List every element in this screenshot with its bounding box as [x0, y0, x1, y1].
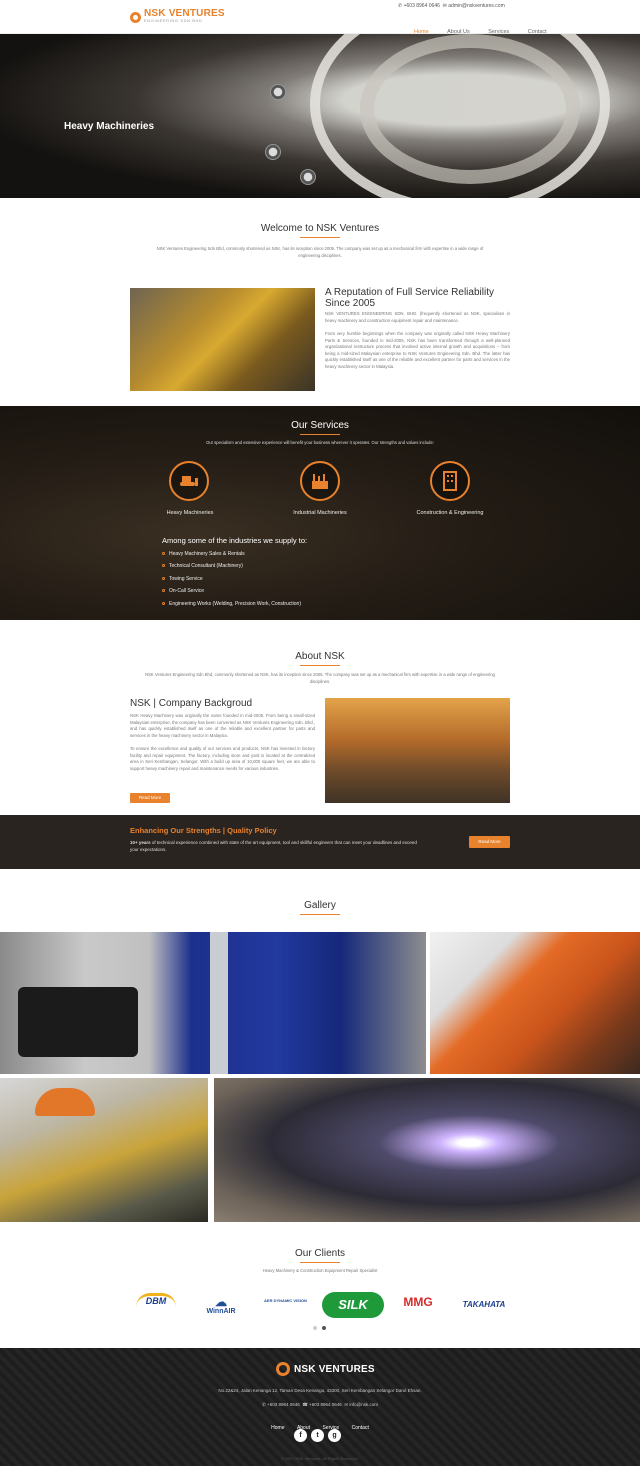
footer-logo-name: NSK VENTURES: [294, 1363, 375, 1375]
clients-subtitle: Heavy Machinery & Construction Equipment…: [262, 1268, 378, 1273]
quality-text: 10+ years of technical experience combin…: [130, 840, 417, 852]
bolt-icon: [270, 84, 286, 100]
reputation-intro: NSK VENTURES ENGINEERING SDN. BHD. (freq…: [325, 311, 510, 323]
list-item: Engineering Works (Welding, Precision Wo…: [162, 601, 301, 607]
quality-title: Enhancing Our Strengths | Quality Policy: [130, 826, 277, 835]
phone-icon: ✆: [398, 3, 403, 9]
reputation-history: From very humble beginnings when the com…: [325, 331, 510, 369]
bullet-icon: [162, 602, 165, 606]
gallery-title: Gallery: [304, 900, 336, 911]
bulldozer-icon: [169, 461, 209, 501]
bullet-icon: [162, 552, 165, 556]
service-heavy[interactable]: [169, 461, 209, 501]
site-header: NSK VENTURES ENGINEERING SDN BHD ✆ +603 …: [0, 0, 640, 41]
hard-hat-shape: [35, 1088, 95, 1116]
client-logo-aer[interactable]: AER DYNAMIC VISION: [258, 1298, 313, 1303]
clients-title: Our Clients: [294, 1248, 345, 1259]
fax-icon: ☎: [302, 1402, 308, 1407]
engine-repair-photo: [130, 288, 315, 391]
bullet-icon: [162, 564, 165, 568]
gallery-image-boiler[interactable]: [0, 932, 426, 1074]
service-heavy-label: Heavy Machineries: [166, 510, 214, 516]
building-icon: [430, 461, 470, 501]
site-logo[interactable]: NSK VENTURES ENGINEERING SDN BHD: [130, 8, 225, 24]
title-underline: [300, 665, 340, 666]
client-logo-silk[interactable]: SILK: [322, 1292, 384, 1318]
footer-contacts: ✆ +603 8964 0646 ☎ +603 8964 0646 ✉ info…: [262, 1402, 378, 1407]
logo-ring-icon: [130, 11, 141, 23]
carousel-dot-2[interactable]: [322, 1326, 326, 1330]
list-item: Heavy Machinery Sales & Rentals: [162, 551, 245, 557]
site-footer: NSK VENTURES No.22&24, Jalan Kenanga 12,…: [0, 1348, 640, 1466]
list-item: Towing Service: [162, 576, 203, 582]
welcome-title: Welcome to NSK Ventures: [260, 223, 380, 234]
logo-name: NSK VENTURES: [144, 8, 225, 19]
footer-logo[interactable]: NSK VENTURES: [276, 1362, 375, 1376]
mail-icon: ✉: [442, 3, 447, 9]
header-email[interactable]: admin@nskventures.com: [448, 3, 505, 9]
service-construction[interactable]: [430, 461, 470, 501]
company-background-title: NSK | Company Backgroud: [130, 698, 253, 709]
quality-read-more-button[interactable]: Read More: [469, 836, 510, 848]
facebook-icon[interactable]: f: [294, 1429, 307, 1442]
title-underline: [300, 434, 340, 435]
about-intro: NSK Ventures Engineering Sdn Bhd, common…: [145, 672, 495, 684]
client-logo-winnair[interactable]: ☁ WinnAIR: [203, 1296, 239, 1315]
gallery-image-excavator[interactable]: [430, 932, 640, 1074]
footer-nav-home[interactable]: Home: [271, 1425, 284, 1431]
header-phone[interactable]: +603 8964 0646: [404, 3, 440, 9]
reputation-title: A Reputation of Full Service Reliability…: [325, 287, 494, 309]
service-construction-label: Construction & Engineering: [416, 510, 484, 516]
factory-icon: [300, 461, 340, 501]
services-intro: Our specialism and extensive experience …: [206, 440, 434, 445]
about-title: About NSK: [295, 651, 345, 662]
google-plus-icon[interactable]: g: [328, 1429, 341, 1442]
hero-banner: Heavy Machineries: [0, 34, 640, 198]
title-underline: [300, 914, 340, 915]
gallery-image-mechanic[interactable]: [0, 1078, 208, 1222]
bullet-icon: [162, 589, 165, 593]
bolt-icon: [265, 144, 281, 160]
bolt-icon: [300, 169, 316, 185]
bullet-icon: [162, 577, 165, 581]
carousel-dot-1[interactable]: [313, 1326, 317, 1330]
industries-title: Among some of the industries we supply t…: [162, 536, 308, 545]
service-industrial-label: Industrial Machineries: [293, 510, 347, 516]
footer-nav-contact[interactable]: Contact: [352, 1425, 369, 1431]
list-item: Technical Consultant (Machinery): [162, 563, 243, 569]
title-underline: [300, 1262, 340, 1263]
client-logo-dbm[interactable]: DBM: [136, 1293, 176, 1319]
phone-icon: ✆: [262, 1402, 266, 1407]
mail-icon: ✉: [344, 1402, 349, 1407]
about-read-more-button[interactable]: Read More: [130, 793, 170, 803]
logo-ring-icon: [276, 1362, 290, 1376]
client-logo-mmg[interactable]: MMG: [392, 1295, 444, 1309]
company-background-p2: To ensure the excellence and quality of …: [130, 746, 315, 771]
cloud-icon: ☁: [215, 1295, 227, 1309]
twitter-icon[interactable]: t: [311, 1429, 324, 1442]
engineer-photo: [325, 698, 510, 803]
list-item: On-Call Service: [162, 588, 204, 594]
services-section: Our Services Our specialism and extensiv…: [0, 406, 640, 620]
company-background-p1: NSK Heavy Machinery was originally the n…: [130, 713, 315, 738]
forklift-shape: [18, 987, 138, 1057]
title-underline: [300, 237, 340, 238]
client-logo-takahata[interactable]: TAKAHATA: [454, 1300, 514, 1309]
hero-title: Heavy Machineries: [64, 121, 155, 132]
quality-policy-banner: Enhancing Our Strengths | Quality Policy…: [0, 815, 640, 869]
footer-address: No.22&24, Jalan Kenanga 12, Taman Desa K…: [218, 1388, 422, 1393]
footer-copyright: © 2017 NSK Ventures. All Rights Reserved…: [281, 1456, 359, 1461]
services-title: Our Services: [291, 420, 349, 431]
header-contact: ✆ +603 8964 0646 ✉ admin@nskventures.com: [398, 3, 505, 9]
gallery-image-welder[interactable]: [214, 1078, 640, 1222]
welcome-text: NSK Ventures Engineering Sdn Bhd, common…: [156, 246, 484, 258]
service-industrial[interactable]: [300, 461, 340, 501]
